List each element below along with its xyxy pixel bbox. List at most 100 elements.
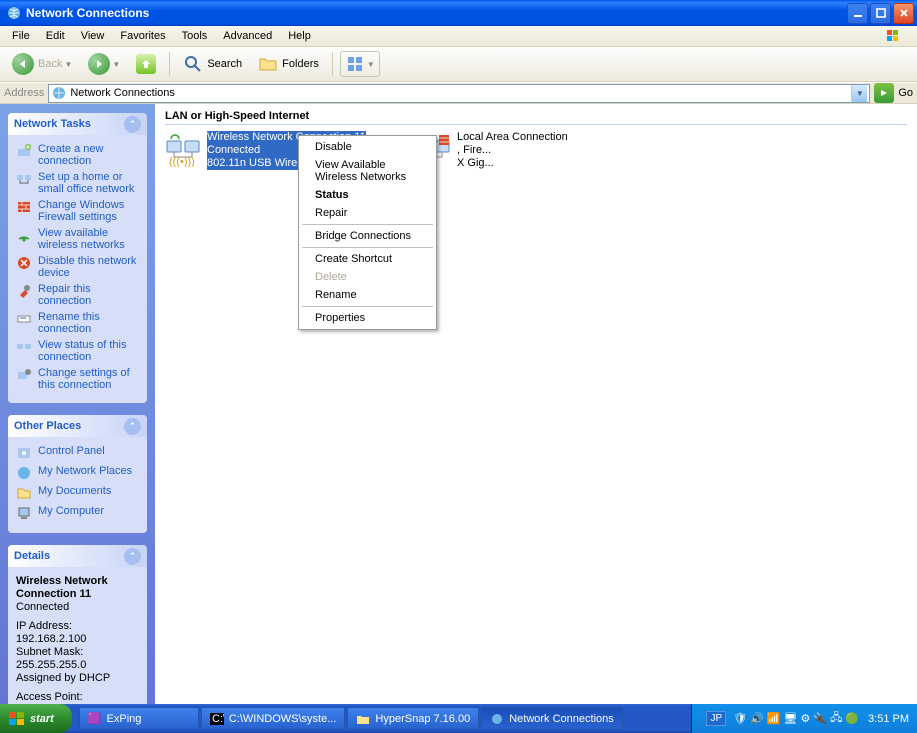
system-tray: JP 🛡 🔊 📶 🖥 ⚙ 🔌 🖧 🟢 3:51 PM bbox=[691, 704, 917, 733]
ctx-repair[interactable]: Repair bbox=[301, 204, 434, 222]
taskbar-item-active[interactable]: Network Connections bbox=[481, 707, 623, 730]
tray-icon[interactable]: 🖧 bbox=[830, 709, 842, 728]
main-content: LAN or High-Speed Internet (((•))) Wirel… bbox=[155, 104, 917, 704]
ctx-view-wireless[interactable]: View Available Wireless Networks bbox=[301, 156, 434, 186]
tray-icon[interactable]: 🛡 bbox=[733, 712, 747, 725]
close-button[interactable] bbox=[893, 3, 914, 24]
menu-help[interactable]: Help bbox=[280, 28, 319, 44]
tray-icon[interactable]: 📶 bbox=[767, 712, 781, 725]
ctx-rename[interactable]: Rename bbox=[301, 286, 434, 304]
task-firewall[interactable]: Change Windows Firewall settings bbox=[16, 199, 139, 223]
menu-view[interactable]: View bbox=[73, 28, 113, 44]
details-dhcp: Assigned by DHCP bbox=[16, 672, 139, 685]
ctx-separator bbox=[302, 224, 433, 225]
details-ip: IP Address: 192.168.2.100 bbox=[16, 620, 139, 646]
folders-icon bbox=[258, 54, 278, 74]
taskbar-item[interactable]: 🟪ExPing bbox=[79, 707, 199, 730]
task-create-connection[interactable]: Create a new connection bbox=[16, 143, 139, 167]
place-control-panel[interactable]: Control Panel bbox=[16, 445, 139, 461]
sidebar: Network Tasks ⌃ Create a new connection … bbox=[0, 104, 155, 704]
toolbar-separator bbox=[332, 52, 333, 76]
network-icon bbox=[490, 713, 504, 725]
address-dropdown-icon[interactable]: ▼ bbox=[851, 85, 867, 102]
tray-icon[interactable]: 🖥 bbox=[784, 712, 798, 725]
go-button[interactable] bbox=[874, 83, 894, 103]
address-value: Network Connections bbox=[70, 87, 848, 99]
ctx-delete: Delete bbox=[301, 268, 434, 286]
tray-icon[interactable]: 🔌 bbox=[813, 712, 827, 725]
folders-button[interactable]: Folders bbox=[252, 51, 325, 77]
task-change-settings[interactable]: Change settings of this connection bbox=[16, 367, 139, 391]
toolbar: Back ▼ ▼ Search Folders ▼ bbox=[0, 47, 917, 82]
ctx-disable[interactable]: Disable bbox=[301, 138, 434, 156]
collapse-icon[interactable]: ⌃ bbox=[124, 418, 141, 435]
conn-status: , Fire... bbox=[457, 144, 568, 157]
taskbar-item[interactable]: C:\C:\WINDOWS\syste... bbox=[201, 707, 346, 730]
context-menu: Disable View Available Wireless Networks… bbox=[298, 135, 437, 330]
conn-device: X Gig... bbox=[457, 157, 568, 170]
back-label: Back bbox=[38, 58, 62, 70]
cmd-icon: C:\ bbox=[210, 713, 224, 725]
windows-logo-icon bbox=[8, 711, 26, 727]
ctx-properties[interactable]: Properties bbox=[301, 309, 434, 327]
up-button[interactable] bbox=[130, 51, 162, 77]
panel-details: Details ⌃ Wireless Network Connection 11… bbox=[8, 545, 147, 704]
connection-lan[interactable]: Local Area Connection , Fire... X Gig... bbox=[415, 131, 655, 170]
menu-tools[interactable]: Tools bbox=[174, 28, 216, 44]
details-mask: Subnet Mask: 255.255.255.0 bbox=[16, 646, 139, 672]
address-field[interactable]: Network Connections ▼ bbox=[48, 84, 870, 103]
task-disable[interactable]: Disable this network device bbox=[16, 255, 139, 279]
panel-header-tasks[interactable]: Network Tasks ⌃ bbox=[8, 113, 147, 135]
panel-header-details[interactable]: Details ⌃ bbox=[8, 545, 147, 567]
task-rename[interactable]: Rename this connection bbox=[16, 311, 139, 335]
panel-title: Details bbox=[14, 550, 50, 562]
menu-edit[interactable]: Edit bbox=[38, 28, 73, 44]
forward-button[interactable]: ▼ bbox=[82, 50, 126, 78]
collapse-icon[interactable]: ⌃ bbox=[124, 116, 141, 133]
task-view-wireless[interactable]: View available wireless networks bbox=[16, 227, 139, 251]
ctx-separator bbox=[302, 247, 433, 248]
language-indicator[interactable]: JP bbox=[706, 711, 726, 726]
forward-arrow-icon bbox=[88, 53, 110, 75]
forward-dropdown-icon[interactable]: ▼ bbox=[112, 60, 120, 69]
maximize-button[interactable] bbox=[870, 3, 891, 24]
conn-name: Local Area Connection bbox=[457, 131, 568, 144]
folder-icon bbox=[356, 713, 370, 725]
panel-header-places[interactable]: Other Places ⌃ bbox=[8, 415, 147, 437]
search-button[interactable]: Search bbox=[177, 51, 248, 77]
panel-title: Network Tasks bbox=[14, 118, 91, 130]
menu-advanced[interactable]: Advanced bbox=[215, 28, 280, 44]
menu-favorites[interactable]: Favorites bbox=[112, 28, 173, 44]
back-dropdown-icon[interactable]: ▼ bbox=[64, 60, 72, 69]
tray-icon[interactable]: ⚙ bbox=[800, 712, 810, 725]
collapse-icon[interactable]: ⌃ bbox=[124, 548, 141, 565]
taskbar-item[interactable]: HyperSnap 7.16.00 bbox=[347, 707, 479, 730]
back-arrow-icon bbox=[12, 53, 34, 75]
back-button[interactable]: Back ▼ bbox=[6, 50, 78, 78]
views-button[interactable]: ▼ bbox=[340, 51, 380, 77]
toolbar-separator bbox=[169, 52, 170, 76]
ctx-status[interactable]: Status bbox=[301, 186, 434, 204]
minimize-button[interactable] bbox=[847, 3, 868, 24]
tray-icon[interactable]: 🔊 bbox=[750, 712, 764, 725]
views-dropdown-icon[interactable]: ▼ bbox=[367, 60, 375, 69]
task-setup-network[interactable]: Set up a home or small office network bbox=[16, 171, 139, 195]
clock[interactable]: 3:51 PM bbox=[868, 713, 909, 725]
start-button[interactable]: start bbox=[0, 704, 72, 733]
details-name: Wireless Network Connection 11 bbox=[16, 575, 139, 601]
details-ap: Access Point: bbox=[16, 691, 139, 704]
menu-file[interactable]: File bbox=[4, 28, 38, 44]
place-my-computer[interactable]: My Computer bbox=[16, 505, 139, 521]
task-status[interactable]: View status of this connection bbox=[16, 339, 139, 363]
ctx-separator bbox=[302, 306, 433, 307]
folder-up-icon bbox=[136, 54, 156, 74]
svg-text:(((•))): (((•))) bbox=[169, 156, 195, 167]
panel-network-tasks: Network Tasks ⌃ Create a new connection … bbox=[8, 113, 147, 403]
ctx-bridge[interactable]: Bridge Connections bbox=[301, 227, 434, 245]
ctx-shortcut[interactable]: Create Shortcut bbox=[301, 250, 434, 268]
place-my-documents[interactable]: My Documents bbox=[16, 485, 139, 501]
tray-icon[interactable]: 🟢 bbox=[845, 712, 859, 725]
task-repair[interactable]: Repair this connection bbox=[16, 283, 139, 307]
place-network-places[interactable]: My Network Places bbox=[16, 465, 139, 481]
menubar: File Edit View Favorites Tools Advanced … bbox=[0, 26, 917, 47]
